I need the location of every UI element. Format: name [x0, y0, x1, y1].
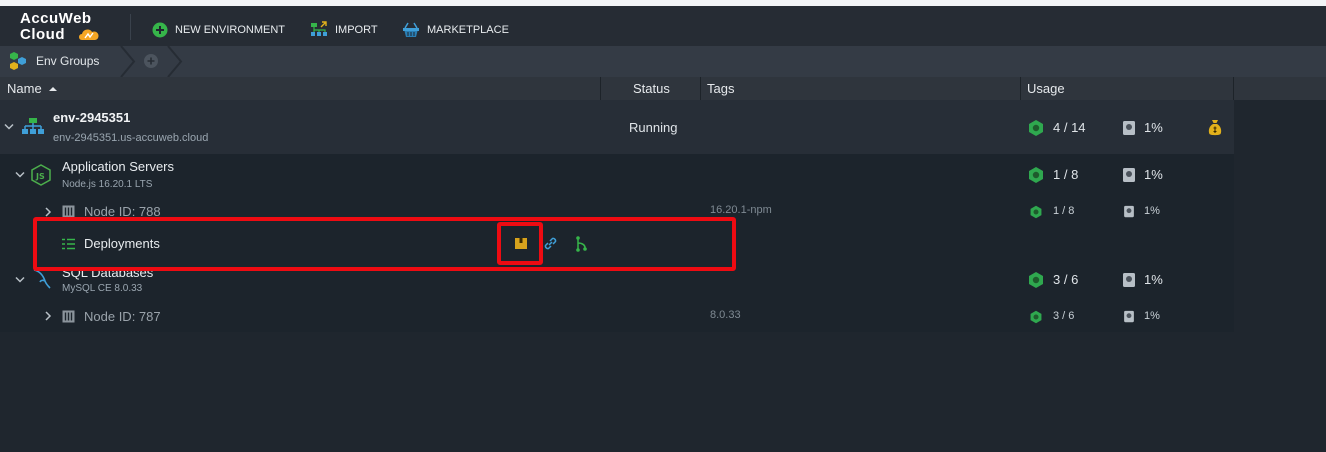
new-environment-button[interactable]: NEW ENVIRONMENT — [152, 19, 285, 41]
accuweb-logo[interactable]: AccuWeb Cloud — [19, 10, 109, 44]
plus-icon — [147, 57, 155, 65]
column-separator — [1233, 77, 1234, 100]
environment-name[interactable]: env-2945351 — [53, 110, 130, 125]
environment-status: Running — [629, 120, 678, 135]
env-groups-label: Env Groups — [36, 54, 100, 68]
breadcrumb-bar — [0, 46, 1326, 77]
usage-column-header[interactable]: Usage — [1027, 81, 1065, 96]
deployments-highlight-box — [33, 217, 736, 271]
cloudlet-hexagon-icon — [1030, 205, 1042, 219]
deploy-archive-highlight-box — [497, 222, 543, 265]
sql-databases-cloudlets: 3 / 6 — [1053, 272, 1079, 287]
expand-chevron-icon[interactable] — [44, 207, 52, 217]
name-header-label: Name — [7, 81, 42, 96]
status-column-header[interactable]: Status — [633, 81, 670, 96]
nodejs-icon: JS — [31, 164, 51, 186]
app-servers-title: Application Servers — [62, 159, 174, 174]
logo-cloud-icon — [79, 29, 99, 40]
disk-icon — [1123, 121, 1135, 135]
top-toolbar: AccuWeb Cloud NEW ENVIRONMENT IMPORT MAR… — [0, 6, 1326, 46]
logo-line-1: AccuWeb — [20, 10, 92, 27]
import-label: IMPORT — [335, 24, 378, 36]
marketplace-button[interactable]: MARKETPLACE — [402, 19, 509, 41]
node-787-label[interactable]: Node ID: 787 — [84, 309, 161, 324]
cloudlet-hexagon-icon — [1030, 310, 1042, 324]
logo-line-2: Cloud — [20, 26, 65, 43]
breadcrumb-separator — [120, 46, 136, 77]
column-separator — [1020, 77, 1021, 100]
column-separator — [700, 77, 701, 100]
environment-row[interactable]: env-2945351 env-2945351.us-accuweb.cloud… — [0, 100, 1234, 154]
app-servers-version: Node.js 16.20.1 LTS — [62, 179, 153, 190]
plus-circle-icon — [152, 22, 168, 38]
cloudlet-hexagon-icon — [1029, 272, 1043, 288]
cloudlet-hexagon-icon — [1029, 167, 1043, 183]
disk-icon — [1123, 168, 1135, 182]
basket-icon — [403, 22, 419, 37]
import-icon — [311, 21, 327, 36]
marketplace-label: MARKETPLACE — [427, 24, 509, 36]
node-788-cloudlets: 1 / 8 — [1053, 205, 1075, 217]
collapse-chevron-icon[interactable] — [4, 123, 14, 131]
hexagons-icon — [10, 52, 26, 70]
environment-domain[interactable]: env-2945351.us-accuweb.cloud — [53, 132, 208, 144]
environment-disk: 1% — [1144, 120, 1163, 135]
sql-databases-version: MySQL CE 8.0.33 — [62, 283, 143, 294]
column-separator — [600, 77, 601, 100]
new-environment-label: NEW ENVIRONMENT — [175, 24, 285, 36]
disk-icon — [1124, 205, 1134, 218]
env-groups-breadcrumb[interactable]: Env Groups — [8, 51, 99, 71]
name-column-header[interactable]: Name — [7, 81, 58, 96]
sort-asc-icon — [49, 87, 58, 91]
app-servers-row[interactable]: JS Application Servers Node.js 16.20.1 L… — [0, 154, 1234, 195]
node-787-disk: 1% — [1144, 310, 1160, 322]
collapse-chevron-icon[interactable] — [15, 171, 25, 179]
sql-databases-disk: 1% — [1144, 272, 1163, 287]
add-group-button[interactable] — [144, 54, 158, 68]
node-787-cloudlets: 3 / 6 — [1053, 310, 1075, 322]
app-servers-cloudlets: 1 / 8 — [1053, 167, 1079, 182]
server-node-icon — [62, 310, 75, 323]
import-button[interactable]: IMPORT — [310, 19, 378, 41]
cloudlet-hexagon-icon — [1029, 120, 1043, 136]
svg-text:JS: JS — [35, 172, 45, 181]
topology-icon — [22, 118, 44, 134]
collapse-chevron-icon[interactable] — [15, 276, 25, 284]
node-788-tag: 16.20.1-npm — [710, 204, 772, 216]
app-servers-disk: 1% — [1144, 167, 1163, 182]
environment-cloudlets: 4 / 14 — [1053, 120, 1086, 135]
toolbar-divider — [130, 14, 131, 40]
disk-icon — [1124, 310, 1134, 323]
node-787-tag: 8.0.33 — [710, 309, 741, 321]
breadcrumb-separator-2 — [167, 46, 183, 77]
node-787-row[interactable]: Node ID: 787 8.0.33 3 / 6 1% — [0, 300, 1234, 332]
disk-icon — [1123, 273, 1135, 287]
node-788-disk: 1% — [1144, 205, 1160, 217]
tags-column-header[interactable]: Tags — [707, 81, 734, 96]
table-header: Name Status Tags Usage — [0, 77, 1326, 100]
expand-chevron-icon[interactable] — [44, 311, 52, 321]
money-bag-icon[interactable] — [1207, 119, 1223, 136]
